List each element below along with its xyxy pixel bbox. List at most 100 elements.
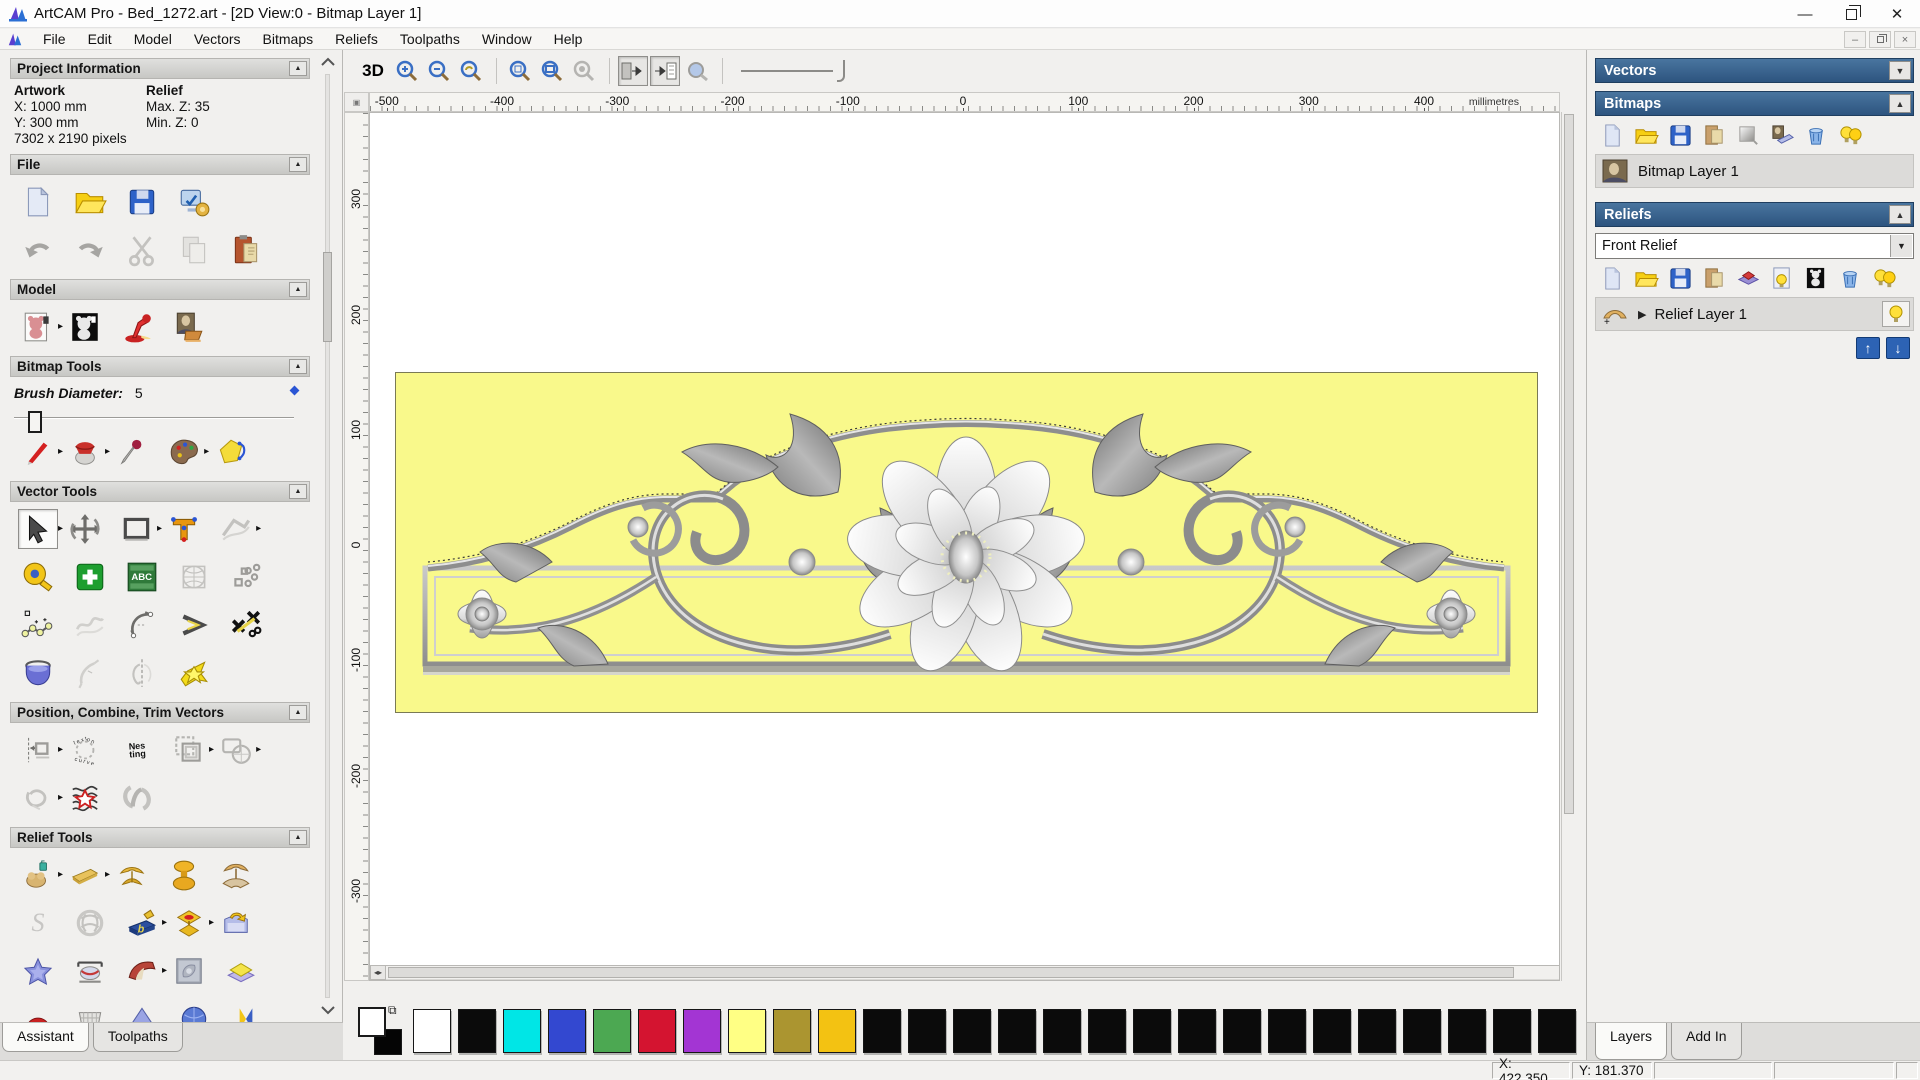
open-relief-button[interactable] — [1629, 263, 1663, 293]
palette-swatch[interactable] — [863, 1009, 901, 1053]
menu-reliefs[interactable]: Reliefs — [324, 30, 389, 48]
invert-model-button[interactable] — [65, 307, 105, 347]
interlock-vectors-button[interactable] — [117, 778, 157, 818]
extrude-button[interactable] — [164, 855, 204, 895]
chevron-down-icon[interactable]: ▼ — [1890, 235, 1912, 257]
link-colours-icon[interactable]: ⧉ — [388, 1003, 397, 1018]
paste-bitmap-button[interactable] — [1697, 120, 1731, 150]
palette-swatch[interactable] — [1538, 1009, 1576, 1053]
menu-vectors[interactable]: Vectors — [183, 30, 252, 48]
node-editing-button[interactable] — [70, 557, 110, 597]
menu-bitmaps[interactable]: Bitmaps — [252, 30, 325, 48]
palette-swatch[interactable] — [548, 1009, 586, 1053]
offset-vector-button[interactable] — [174, 605, 214, 645]
sculpt-relief-button[interactable] — [18, 855, 58, 895]
cut-button[interactable] — [122, 230, 162, 270]
slider-handle[interactable] — [28, 411, 42, 433]
tab-add-in[interactable]: Add In — [1671, 1023, 1742, 1060]
redo-button[interactable] — [70, 230, 110, 270]
save-bitmap-button[interactable] — [1663, 120, 1697, 150]
new-model-button[interactable] — [18, 182, 58, 222]
palette-swatch[interactable] — [953, 1009, 991, 1053]
tab-layers[interactable]: Layers — [1595, 1023, 1668, 1060]
dropdown-caret-icon[interactable]: ▸ — [58, 432, 63, 472]
expand-arrow-icon[interactable]: ▼ — [1889, 61, 1911, 80]
paste-along-curve-button[interactable] — [226, 557, 266, 597]
delete-relief-button[interactable] — [1833, 263, 1867, 293]
dropdown-caret-icon[interactable]: ▸ — [157, 509, 162, 549]
minimize-button[interactable]: — — [1782, 0, 1828, 28]
dropdown-caret-icon[interactable]: ▸ — [162, 903, 167, 943]
slider-handle[interactable] — [837, 60, 845, 82]
hscroll-left-icon[interactable]: ◂▸ — [370, 965, 386, 980]
two-rail-sweep-button[interactable] — [112, 855, 152, 895]
dropdown-caret-icon[interactable]: ▸ — [105, 432, 110, 472]
dropdown-caret-icon[interactable]: ▸ — [256, 509, 261, 549]
save-relief-button[interactable] — [1663, 263, 1697, 293]
menu-window[interactable]: Window — [471, 30, 543, 48]
scan-image-button[interactable] — [169, 307, 209, 347]
restore-button[interactable] — [1828, 0, 1874, 28]
texture-sphere-button[interactable] — [174, 999, 214, 1022]
align-vectors-button[interactable] — [18, 730, 58, 770]
flood-fill-button[interactable] — [65, 432, 105, 472]
trim-vectors-button[interactable] — [226, 605, 266, 645]
new-bitmap-layer-button[interactable] — [1595, 120, 1629, 150]
save-model-button[interactable] — [122, 182, 162, 222]
collapse-arrow-icon[interactable]: ▲ — [289, 484, 307, 499]
palette-swatch[interactable] — [1493, 1009, 1531, 1053]
palette-swatch[interactable] — [1043, 1009, 1081, 1053]
create-arc-button[interactable] — [122, 605, 162, 645]
fade-bitmap-button[interactable] — [1731, 120, 1765, 150]
bitmaps-header[interactable]: Bitmaps ▲ — [1595, 91, 1914, 116]
zoom-previous-button[interactable] — [456, 56, 486, 86]
group-vectors-button[interactable] — [169, 730, 209, 770]
move-layer-down-button[interactable]: ↓ — [1886, 337, 1910, 359]
create-text-block-button[interactable]: ABC — [122, 557, 162, 597]
mirror-vectors-button[interactable] — [122, 653, 162, 693]
colour-palette-button[interactable] — [164, 432, 204, 472]
menu-edit[interactable]: Edit — [77, 30, 123, 48]
magic-fill-button[interactable] — [211, 432, 251, 472]
greyscale-lamp-button[interactable] — [117, 307, 157, 347]
dropdown-caret-icon[interactable]: ▸ — [105, 855, 110, 895]
dropdown-caret-icon[interactable]: ▸ — [58, 855, 63, 895]
load-replace-relief-button[interactable] — [216, 903, 256, 943]
close-button[interactable]: ✕ — [1874, 0, 1920, 28]
measure-tool-button[interactable] — [18, 557, 58, 597]
mesh-creator-button[interactable] — [70, 999, 110, 1022]
dropdown-caret-icon[interactable]: ▸ — [58, 778, 63, 818]
palette-swatch[interactable] — [683, 1009, 721, 1053]
mdi-minimize-button[interactable]: – — [1844, 31, 1866, 48]
zoom-1to1-button[interactable] — [505, 56, 535, 86]
palette-swatch[interactable] — [1448, 1009, 1486, 1053]
toggle-bitmap-view-button[interactable] — [618, 56, 648, 86]
primary-secondary-colour[interactable]: ⧉ — [358, 1003, 402, 1055]
create-text-button[interactable] — [164, 509, 204, 549]
bitmap-layer-row[interactable]: Bitmap Layer 1 — [1595, 154, 1914, 188]
palette-swatch[interactable] — [638, 1009, 676, 1053]
zoom-in-button[interactable] — [392, 56, 422, 86]
layer-visibility-button[interactable] — [1882, 301, 1910, 327]
palette-swatch[interactable] — [1358, 1009, 1396, 1053]
menu-model[interactable]: Model — [123, 30, 183, 48]
emboss-wizard-button[interactable]: b — [122, 903, 162, 943]
transform-vectors-button[interactable] — [65, 509, 105, 549]
menu-help[interactable]: Help — [543, 30, 594, 48]
palette-swatch[interactable] — [998, 1009, 1036, 1053]
turn-model-button[interactable] — [216, 855, 256, 895]
2d-view[interactable]: ◂▸ — [369, 112, 1560, 981]
create-shape-button[interactable] — [65, 855, 105, 895]
scrollbar-thumb[interactable] — [323, 252, 332, 342]
undo-button[interactable] — [18, 230, 58, 270]
palette-swatch[interactable] — [1403, 1009, 1441, 1053]
create-polyline-nodes-button[interactable] — [18, 605, 58, 645]
fade-relief-button[interactable] — [122, 951, 162, 991]
mdi-restore-button[interactable] — [1869, 31, 1891, 48]
reliefs-header[interactable]: Reliefs ▲ — [1595, 202, 1914, 227]
vscroll-thumb[interactable] — [1564, 114, 1574, 814]
bitmap-to-layer-button[interactable] — [1765, 120, 1799, 150]
stack-relief-button[interactable] — [1731, 263, 1765, 293]
collapse-arrow-icon[interactable]: ▲ — [289, 61, 307, 76]
palette-swatch[interactable] — [818, 1009, 856, 1053]
